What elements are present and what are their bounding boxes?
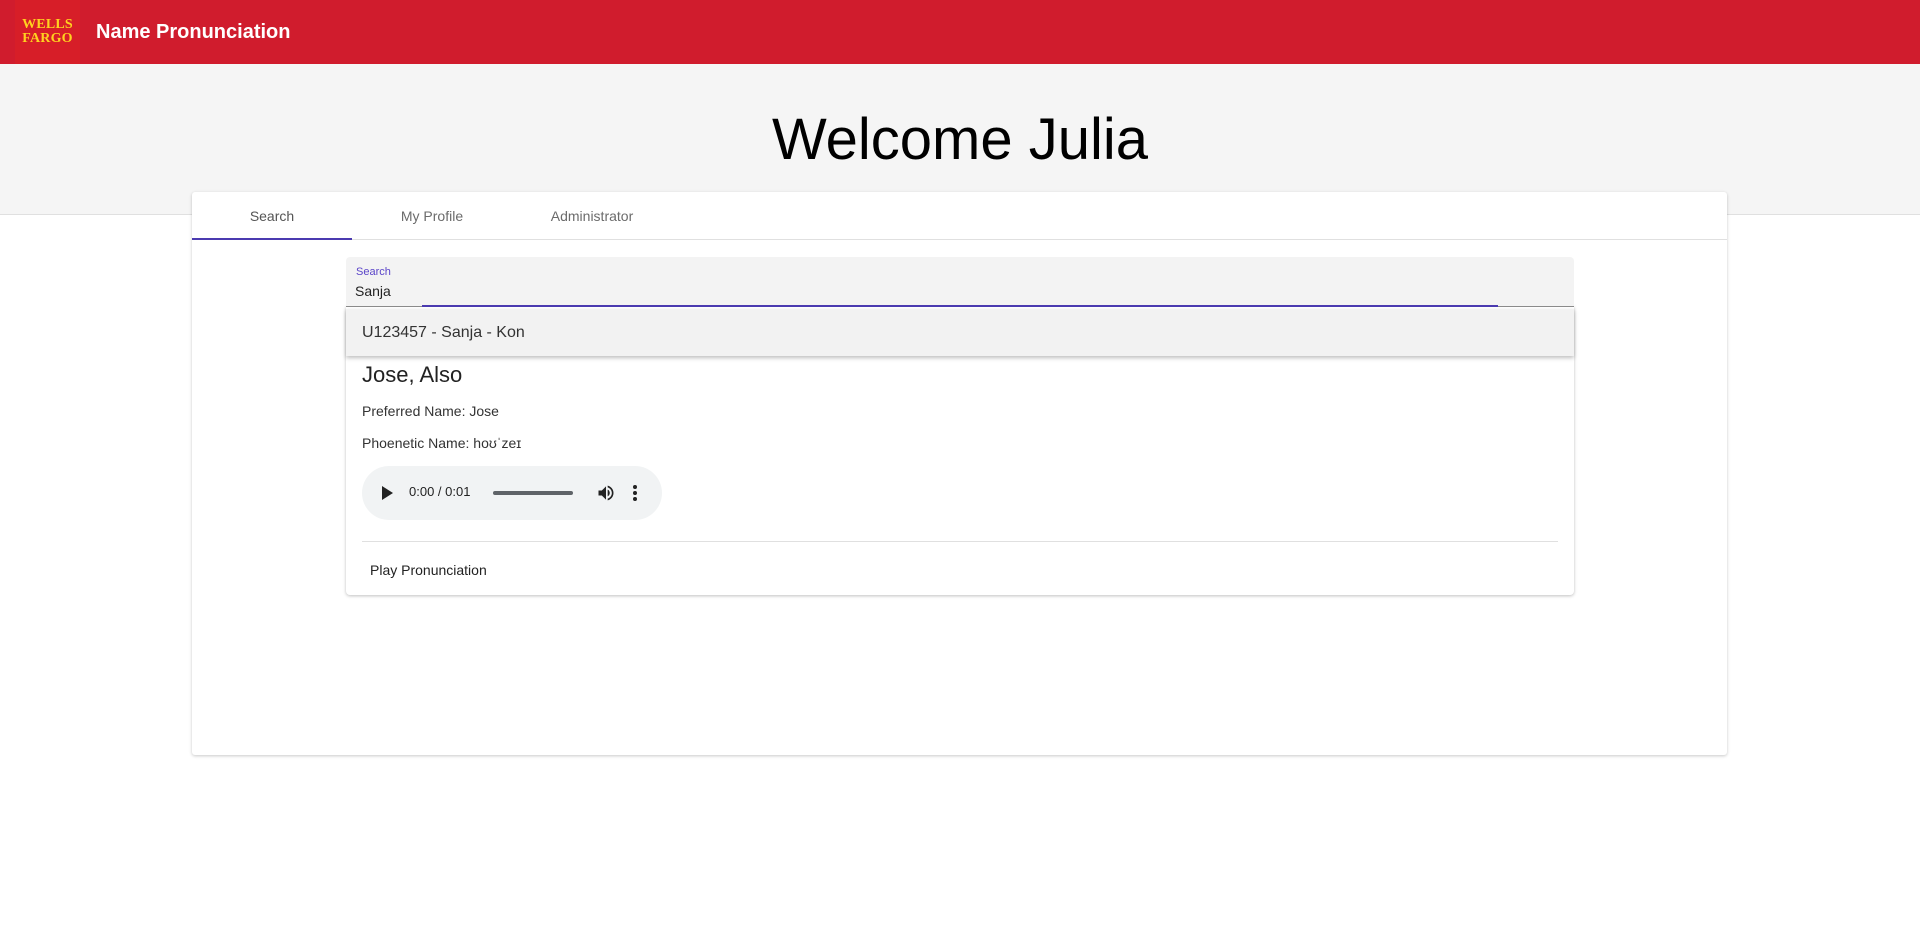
divider (362, 541, 1558, 542)
app-title: Name Pronunciation (96, 20, 291, 43)
preferred-name: Preferred Name: Jose (362, 403, 499, 419)
audio-time: 0:00 / 0:01 (409, 484, 471, 499)
employee-name: Jose, Also (362, 362, 463, 387)
welcome-heading: Welcome Julia (771, 107, 1149, 172)
search-input[interactable] (355, 282, 1555, 300)
main-card: Search My Profile Administrator U123456 … (192, 192, 1727, 755)
tab-my-profile[interactable]: My Profile (352, 192, 512, 239)
audio-progress-bar[interactable] (493, 491, 573, 495)
search-field[interactable]: Search (346, 257, 1574, 307)
play-icon[interactable] (382, 486, 393, 500)
autocomplete-option[interactable]: U123457 - Sanja - Kon (362, 309, 525, 356)
logo-line-2: FARGO (22, 31, 73, 46)
audio-player: 0:00 / 0:01 (362, 466, 662, 520)
app-bar: WELLS FARGO Name Pronunciation (0, 0, 1920, 64)
logo-line-1: WELLS (22, 17, 73, 32)
more-options-icon[interactable] (630, 482, 640, 504)
phonetic-name: Phoenetic Name: hoʊˈzeɪ (362, 435, 522, 451)
search-label: Search (356, 266, 391, 278)
autocomplete-dropdown: U123457 - Sanja - Kon (346, 309, 1574, 356)
tab-bar: Search My Profile Administrator (192, 192, 1727, 240)
search-focus-underline (422, 305, 1498, 307)
volume-icon[interactable] (596, 483, 616, 503)
tab-search[interactable]: Search (192, 192, 352, 240)
play-pronunciation-button[interactable]: Play Pronunciation (370, 555, 487, 585)
wells-fargo-logo[interactable]: WELLS FARGO (15, 0, 80, 64)
tab-administrator[interactable]: Administrator (512, 192, 672, 239)
